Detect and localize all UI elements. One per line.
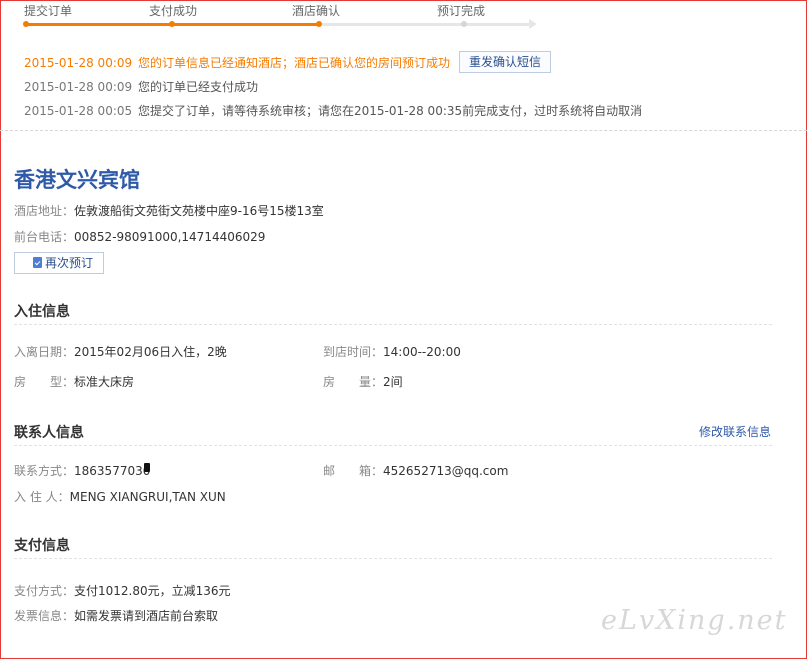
room-count: 房 量：2间 <box>323 373 403 390</box>
contact-email-label: 邮 箱： <box>323 464 384 478</box>
guests-value: MENG XIANGRUI,TAN XUN <box>69 490 226 504</box>
watermark-logo: eLvXing.net <box>601 605 788 636</box>
section-divider <box>14 324 772 325</box>
log-entry: 2015-01-28 00:05 您提交了订单，请等待系统审核；请您在2015-0… <box>24 102 642 119</box>
log-time: 2015-01-28 00:05 <box>24 104 133 118</box>
log-message: 您的订单已经支付成功 <box>138 80 259 94</box>
window-frame <box>0 0 807 659</box>
section-divider <box>14 445 772 446</box>
guests-label: 入 住 人： <box>14 490 70 504</box>
step-dot-1 <box>23 21 29 27</box>
contact-phone-value: 1863577030 <box>74 464 151 478</box>
hotel-phone: 前台电话：00852-98091000,14714406029 <box>14 228 265 245</box>
edit-contact-link[interactable]: 修改联系信息 <box>699 423 771 440</box>
order-progress: 提交订单 支付成功 酒店确认 预订完成 <box>23 0 544 30</box>
hotel-phone-value: 00852-98091000,14714406029 <box>74 230 266 244</box>
step-submit-order: 提交订单 <box>24 4 73 18</box>
contact-phone-label: 联系方式： <box>14 464 75 478</box>
rebook-label: 再次预订 <box>45 256 94 270</box>
log-message: 您提交了订单，请等待系统审核；请您在2015-01-28 00:35前完成支付，… <box>138 104 643 118</box>
log-time: 2015-01-28 00:09 <box>24 56 133 70</box>
contact-phone: 联系方式：1863577030 <box>14 462 150 479</box>
contact-email: 邮 箱：452652713@qq.com <box>323 462 508 479</box>
room-type: 房 型：标准大床房 <box>14 373 134 390</box>
arrow-right-icon <box>529 19 537 29</box>
payment-method: 支付方式：支付1012.80元，立减136元 <box>14 582 231 599</box>
log-time: 2015-01-28 00:09 <box>24 80 133 94</box>
log-entry: 2015-01-28 00:09 您的订单已经支付成功 <box>24 78 258 95</box>
progress-track-todo <box>319 23 531 26</box>
guests: 入 住 人：MENG XIANGRUI,TAN XUN <box>14 488 226 505</box>
invoice-info: 发票信息：如需发票请到酒店前台索取 <box>14 607 218 624</box>
checkin-section-title: 入住信息 <box>14 304 70 320</box>
hotel-address: 酒店地址：佐敦渡船街文苑街文苑楼中座9-16号15楼13室 <box>14 202 324 219</box>
log-entry: 2015-01-28 00:09 您的订单信息已经通知酒店；酒店已确认您的房间预订… <box>24 54 450 71</box>
section-divider <box>14 558 772 559</box>
arrival-time-value: 14:00--20:00 <box>383 345 461 359</box>
checkin-dates-value: 2015年02月06日入住，2晚 <box>74 345 227 359</box>
step-dot-3 <box>316 21 322 27</box>
rebook-button[interactable]: 再次预订 <box>14 252 104 274</box>
hotel-phone-label: 前台电话： <box>14 230 75 244</box>
hotel-name[interactable]: 香港文兴宾馆 <box>14 164 140 194</box>
checkin-dates: 入离日期：2015年02月06日入住，2晚 <box>14 343 227 360</box>
contact-section-title: 联系人信息 <box>14 425 84 441</box>
invoice-value: 如需发票请到酒店前台索取 <box>74 609 219 623</box>
payment-section-title: 支付信息 <box>14 538 70 554</box>
calendar-check-icon <box>33 257 42 268</box>
room-type-value: 标准大床房 <box>74 375 135 389</box>
room-count-label: 房 量： <box>323 375 384 389</box>
resend-confirmation-sms-button[interactable]: 重发确认短信 <box>459 51 551 73</box>
arrival-time-label: 到店时间： <box>323 345 384 359</box>
payment-method-value: 支付1012.80元，立减136元 <box>74 584 231 598</box>
step-payment-success: 支付成功 <box>149 4 198 18</box>
checkin-dates-label: 入离日期： <box>14 345 75 359</box>
step-hotel-confirm: 酒店确认 <box>292 4 341 18</box>
invoice-label: 发票信息： <box>14 609 75 623</box>
contact-email-value: 452652713@qq.com <box>383 464 509 478</box>
room-count-value: 2间 <box>383 375 403 389</box>
hotel-address-label: 酒店地址： <box>14 204 75 218</box>
arrival-time: 到店时间：14:00--20:00 <box>323 343 461 360</box>
divider <box>0 130 807 131</box>
room-type-label: 房 型： <box>14 375 75 389</box>
step-dot-2 <box>169 21 175 27</box>
hotel-address-value: 佐敦渡船街文苑街文苑楼中座9-16号15楼13室 <box>74 204 324 218</box>
payment-method-label: 支付方式： <box>14 584 75 598</box>
step-dot-4 <box>461 21 467 27</box>
log-message: 您的订单信息已经通知酒店；酒店已确认您的房间预订成功 <box>138 56 451 70</box>
step-booking-complete: 预订完成 <box>437 4 486 18</box>
mouse-cursor-icon <box>144 463 150 472</box>
